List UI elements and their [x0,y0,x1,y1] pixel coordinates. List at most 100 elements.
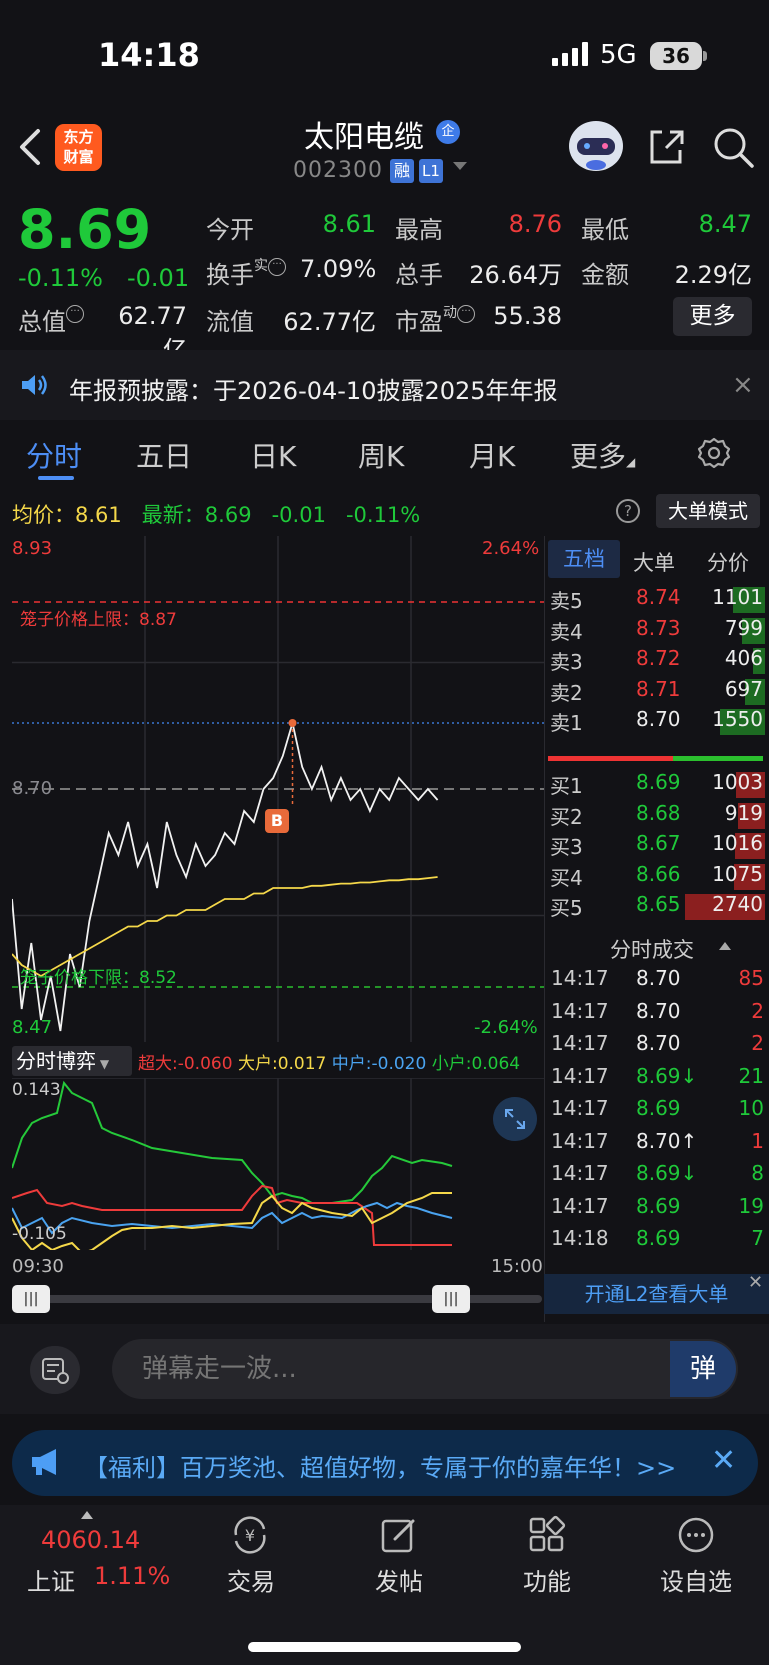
buy-level-1[interactable]: 买1 8.69 1003 [550,770,765,800]
danmaku-input[interactable] [112,1339,738,1399]
buy-level-3[interactable]: 买3 8.67 1016 [550,831,765,861]
index-value[interactable]: 4060.14 [41,1526,140,1554]
tab-monthly-k[interactable]: 月K [469,435,515,475]
mktcap-label: 总值 ··· [18,302,84,337]
home-indicator [248,1642,521,1652]
open-value: 8.61 [322,210,376,238]
close-icon[interactable]: ✕ [748,1272,763,1293]
sell-level-1[interactable]: 卖1 8.70 1550 [550,707,765,737]
tab-five-day[interactable]: 五日 [136,435,192,475]
tab-more[interactable]: 更多◢ [570,435,635,475]
level-price: 8.72 [636,646,681,670]
buy-level-4[interactable]: 买4 8.66 1075 [550,862,765,892]
ticks-title[interactable]: 分时成交 [610,934,694,964]
avg-label: 均价： [12,503,75,527]
features-icon[interactable] [527,1515,567,1555]
nav-features[interactable]: 功能 [523,1562,571,1597]
buy-ratio-bar [673,756,763,761]
level-price: 8.74 [636,585,681,609]
back-icon[interactable] [14,125,44,169]
level-qty: 697 [724,676,763,701]
tick-price: 8.70↑ [636,1128,698,1153]
range-handle-right[interactable]: ||| [432,1285,470,1313]
tick-row: 14:17 8.70 2 [551,999,764,1031]
buy-level-5[interactable]: 买5 8.65 2740 [550,892,765,922]
tick-vol: 19 [738,1193,764,1218]
nav-add-watchlist[interactable]: 设自选 [660,1562,732,1597]
info-icon[interactable]: ··· [66,305,84,323]
pe-value: 55.38 [493,302,562,330]
tab-weekly-k[interactable]: 周K [358,435,404,475]
level-qty: 1550 [712,707,763,731]
tick-vol: 2 [751,998,764,1023]
tick-price: 8.69↓ [636,1063,698,1088]
float-label: 流值 [206,308,254,336]
level-label: 卖3 [550,650,583,674]
level-qty: 1003 [712,770,763,794]
level-label: 卖5 [550,589,583,613]
level-qty: 1075 [712,861,763,886]
sell-level-5[interactable]: 卖5 8.74 1101 [550,585,765,615]
volume-value: 26.64万 [469,261,562,289]
big-order-mode-button[interactable]: 大单模式 [656,494,760,528]
level-price: 8.66 [636,861,681,886]
danmaku-settings-icon[interactable] [30,1346,80,1394]
status-time: 14:18 [98,36,200,74]
tick-price: 8.69 [636,1193,681,1218]
share-icon[interactable] [646,126,686,166]
level-price: 8.68 [636,800,681,825]
more-button[interactable]: 更多 [673,297,752,336]
tab-daily-k[interactable]: 日K [250,435,296,475]
level-label: 卖4 [550,619,583,644]
buy-marker[interactable]: B [265,809,289,833]
indicator-title: 分时博弈 [16,1049,96,1073]
expand-icon[interactable] [493,1097,537,1141]
chevron-down-icon[interactable] [453,162,467,170]
tab-price-distribution[interactable]: 分价 [707,547,749,577]
tick-vol: 10 [738,1096,764,1120]
nav-trade[interactable]: 交易 [227,1562,275,1597]
sell-level-3[interactable]: 卖3 8.72 406 [550,646,765,676]
watchlist-icon[interactable] [676,1515,716,1555]
level-label: 买3 [550,835,583,859]
app-logo[interactable]: 东方 财富 [55,124,102,171]
caret-up-icon[interactable] [81,1511,93,1519]
caret-up-icon[interactable] [719,942,731,950]
gear-icon[interactable] [697,436,731,470]
indicator-selector[interactable]: 分时博弈 ▼ [12,1046,132,1076]
range-handle-left[interactable]: ||| [12,1285,50,1313]
sell-level-2[interactable]: 卖2 8.71 697 [550,677,765,707]
tab-five-levels[interactable]: 五档 [548,540,620,578]
sell-level-4[interactable]: 卖4 8.73 799 [550,616,765,646]
index-percent[interactable]: 1.11% [94,1562,170,1590]
level-label: 买4 [550,865,583,890]
nav-post[interactable]: 发帖 [375,1562,423,1597]
help-icon[interactable]: ? [616,499,640,523]
close-icon[interactable]: × [732,370,754,400]
trade-icon[interactable]: ¥ [230,1515,270,1555]
info-icon[interactable]: ··· [268,258,286,276]
tab-big-orders[interactable]: 大单 [633,547,675,577]
buy-level-2[interactable]: 买2 8.68 919 [550,801,765,831]
megaphone-icon [32,1449,56,1475]
tick-price: 8.70 [636,998,681,1023]
search-icon[interactable] [712,126,756,170]
close-icon[interactable]: ✕ [711,1443,736,1478]
post-icon[interactable] [379,1515,419,1555]
tick-vol: 1 [751,1128,764,1153]
index-name[interactable]: 上证 [27,1562,75,1597]
mid-label: 中户: [331,1054,372,1074]
open-label: 今开 [206,216,254,244]
tick-vol: 2 [751,1031,764,1055]
info-icon[interactable]: ··· [457,305,475,323]
change-amount: -0.01 [127,264,190,292]
tick-time: 14:17 [551,1063,609,1088]
l2-upgrade-banner[interactable]: 开通L2查看大单 [544,1274,769,1314]
turnover-value: 7.09% [300,255,377,283]
tab-intraday[interactable]: 分时 [26,435,82,475]
indicator-values: 超大:-0.060 大户:0.017 中户:-0.020 小户:0.064 [138,1049,520,1074]
robot-assistant-icon[interactable] [565,118,627,174]
logo-text-1: 东方 [63,128,94,146]
money-flow-chart[interactable] [12,1078,544,1250]
danmaku-send-button[interactable]: 弹 [670,1341,736,1397]
